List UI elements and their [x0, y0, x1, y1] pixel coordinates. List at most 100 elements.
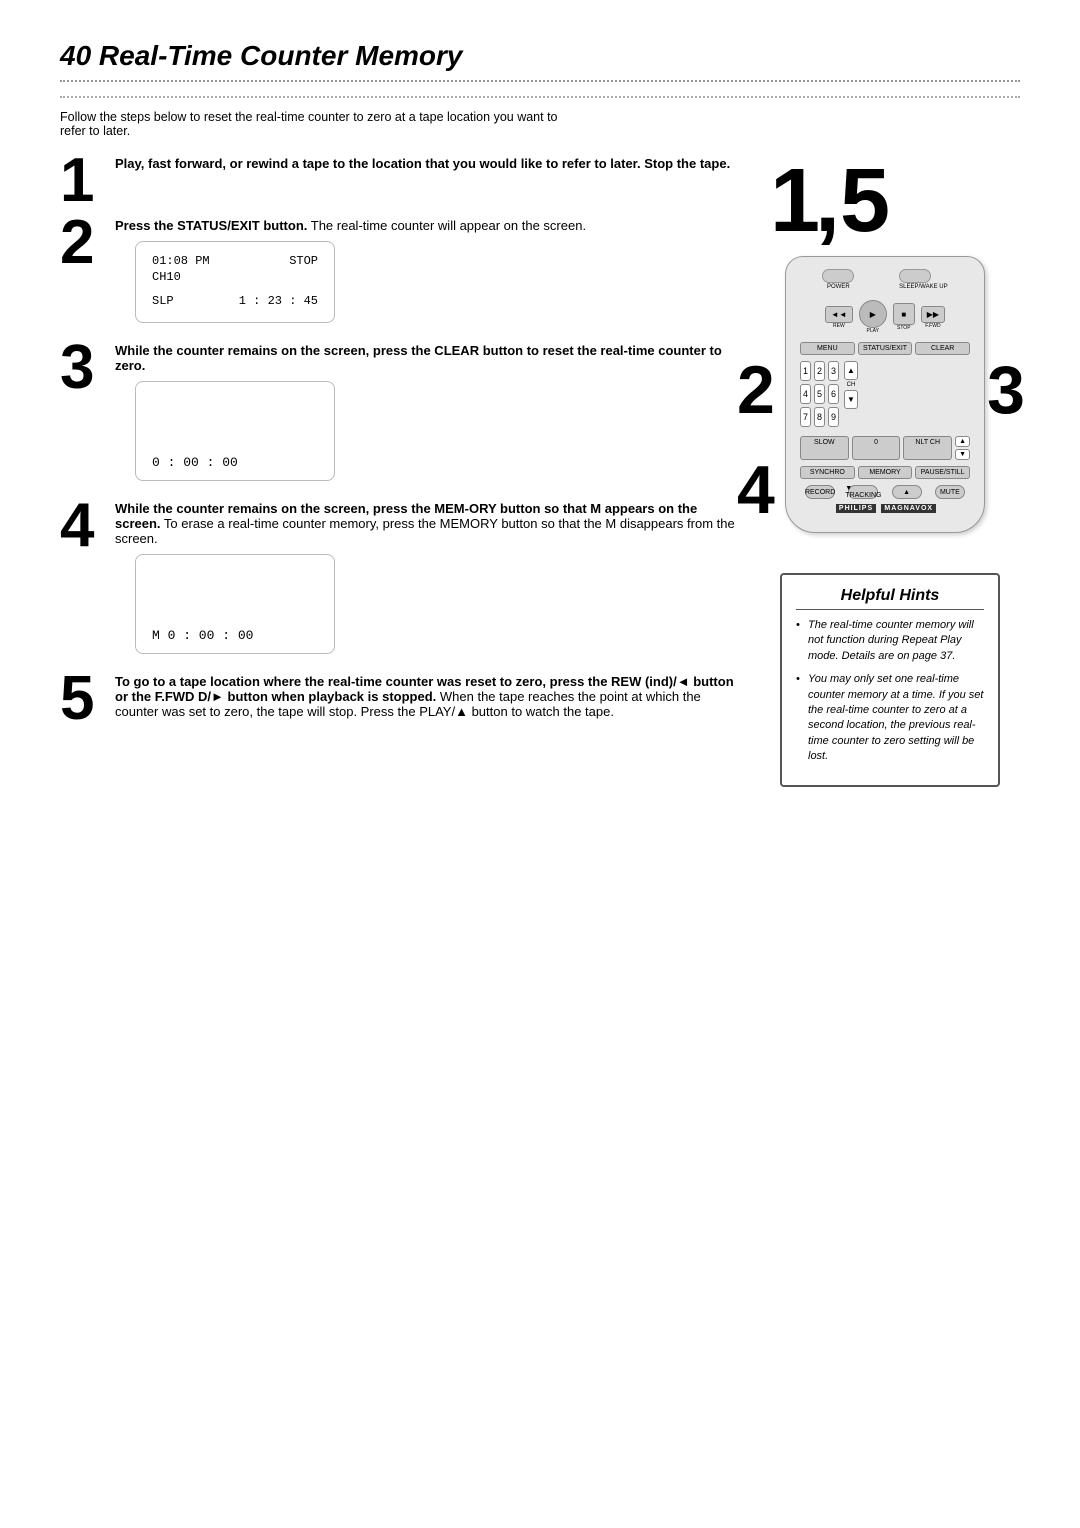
rew-button[interactable]: ◄◄	[825, 306, 853, 323]
record-button[interactable]: RECORD	[805, 485, 835, 499]
menu-row: MENU STATUS/EXIT CLEAR	[800, 342, 970, 355]
memory-row: SYNCHRO MEMORY PAUSE/STILL	[800, 466, 970, 479]
step-1: 1 Play, fast forward, or rewind a tape t…	[60, 156, 740, 212]
screen-mockup-3: M 0 : 00 : 00	[135, 554, 335, 654]
tracking-down-button[interactable]: ▼ TRACKING	[848, 485, 878, 499]
step-1-number: 1	[60, 150, 115, 212]
side-step-4: 4	[737, 451, 775, 529]
screen1-counter: 1 : 23 : 45	[239, 294, 318, 308]
num-8[interactable]: 8	[814, 407, 825, 427]
page-title: 40 Real-Time Counter Memory	[60, 40, 1020, 82]
power-label: POWER	[822, 284, 854, 290]
step-2-number: 2	[60, 212, 115, 274]
big-num-comma: ,	[815, 156, 840, 246]
screen-mockup-1: 01:08 PM STOP CH10 SLP 1 : 23 : 45	[135, 241, 335, 323]
num-5[interactable]: 5	[814, 384, 825, 404]
transport-row: ◄◄ REW ▶ PLAY ■ STOP ▶▶ F.FWD	[800, 300, 970, 334]
remote-power-area: POWER	[822, 269, 854, 290]
big-num-5: 5	[840, 156, 890, 246]
right-column: 1 , 5 2 3 4 POWER SLEEP/WAKE UP	[760, 156, 1020, 787]
channel-arrows: ▲ CH ▼	[844, 361, 858, 433]
step-2-normal: The real-time counter will appear on the…	[307, 218, 586, 233]
num-7[interactable]: 7	[800, 407, 811, 427]
step-5-number: 5	[60, 668, 115, 730]
step-4-instruction: While the counter remains on the screen,…	[115, 501, 740, 546]
remote-logo: PHILIPS MAGNAVOX	[800, 503, 970, 512]
pause-button[interactable]: PAUSE/STILL	[915, 466, 970, 479]
step-3: 3 While the counter remains on the scree…	[60, 343, 740, 495]
num-4[interactable]: 4	[800, 384, 811, 404]
step-1-bold: Play, fast forward, or rewind a tape to …	[115, 156, 730, 171]
num-6[interactable]: 6	[828, 384, 839, 404]
step-4-content: While the counter remains on the screen,…	[115, 501, 740, 668]
step-5: 5 To go to a tape location where the rea…	[60, 674, 740, 730]
sleep-button[interactable]	[899, 269, 931, 283]
power-button[interactable]	[822, 269, 854, 283]
fwd-label: F.FWD	[921, 323, 945, 329]
play-label: PLAY	[859, 328, 887, 334]
step-4-normal: To erase a real-time counter memory, pre…	[115, 516, 735, 546]
synchro-button[interactable]: SYNCHRO	[800, 466, 855, 479]
nlt-ch-button[interactable]: NLT CH	[903, 436, 952, 460]
rew-area: ◄◄ REW	[825, 306, 853, 329]
mute-button[interactable]: MUTE	[935, 485, 965, 499]
stop-button[interactable]: ■	[893, 303, 915, 325]
num-1[interactable]: 1	[800, 361, 811, 381]
left-column: 1 Play, fast forward, or rewind a tape t…	[60, 156, 740, 787]
ch-up[interactable]: ▲	[844, 361, 858, 380]
section-divider	[60, 96, 1020, 98]
num-3[interactable]: 3	[828, 361, 839, 381]
step-1-content: Play, fast forward, or rewind a tape to …	[115, 156, 740, 179]
step-2-bold: Press the STATUS/EXIT button.	[115, 218, 307, 233]
big-numbers: 1 , 5	[760, 156, 1020, 236]
hint-item-1: The real-time counter memory will not fu…	[796, 618, 984, 664]
screen1-stop: STOP	[289, 254, 318, 268]
vol-arrows: ▲ ▼	[955, 436, 970, 460]
step-2-content: Press the STATUS/EXIT button. The real-t…	[115, 218, 740, 337]
ch-down[interactable]: ▼	[844, 390, 858, 409]
stop-label: STOP	[893, 325, 915, 331]
step-2-instruction: Press the STATUS/EXIT button. The real-t…	[115, 218, 740, 233]
status-button[interactable]: STATUS/EXIT	[858, 342, 913, 355]
screen2-counter: 0 : 00 : 00	[152, 455, 318, 470]
menu-button[interactable]: MENU	[800, 342, 855, 355]
remote-area: 2 3 4 POWER SLEEP/WAKE UP	[785, 256, 995, 533]
numpad: 1 2 3 4 5 6 7 8 9	[800, 361, 839, 427]
slow-row: SLOW 0 NLT CH ▲ ▼	[800, 436, 970, 460]
play-area: ▶ PLAY	[859, 300, 887, 334]
step-5-instruction: To go to a tape location where the real-…	[115, 674, 740, 719]
step-5-content: To go to a tape location where the real-…	[115, 674, 740, 727]
stop-area: ■ STOP	[893, 303, 915, 331]
step-3-number: 3	[60, 337, 115, 399]
side-step-2: 2	[737, 351, 775, 429]
memory-button[interactable]: MEMORY	[858, 466, 913, 479]
vol-down[interactable]: ▼	[955, 449, 970, 460]
step-1-instruction: Play, fast forward, or rewind a tape to …	[115, 156, 740, 171]
remote-control: POWER SLEEP/WAKE UP ◄◄ REW ▶ PLAY	[785, 256, 985, 533]
screen3-counter: M 0 : 00 : 00	[152, 628, 318, 643]
hint-item-2: You may only set one real-time counter m…	[796, 672, 984, 764]
zero-button[interactable]: 0	[852, 436, 901, 460]
screen-mockup-2: 0 : 00 : 00	[135, 381, 335, 481]
sleep-label: SLEEP/WAKE UP	[899, 284, 947, 290]
ch-label: CH	[844, 382, 858, 388]
tracking-up-button[interactable]: ▲	[892, 485, 922, 499]
hints-list: The real-time counter memory will not fu…	[796, 618, 984, 765]
play-button[interactable]: ▶	[859, 300, 887, 328]
side-step-3: 3	[987, 351, 1025, 429]
screen1-slp: SLP	[152, 294, 174, 308]
brand-magnavox: MAGNAVOX	[881, 504, 936, 513]
hints-title: Helpful Hints	[796, 587, 984, 610]
big-num-1: 1	[770, 156, 820, 246]
screen1-ch: CH10	[152, 270, 181, 284]
num-2[interactable]: 2	[814, 361, 825, 381]
clear-button[interactable]: CLEAR	[915, 342, 970, 355]
fwd-button[interactable]: ▶▶	[921, 306, 945, 323]
helpful-hints-box: Helpful Hints The real-time counter memo…	[780, 573, 1000, 787]
remote-top-buttons: POWER SLEEP/WAKE UP	[800, 269, 970, 290]
screen1-time: 01:08 PM	[152, 254, 210, 268]
step-3-instruction: While the counter remains on the screen,…	[115, 343, 740, 373]
slow-button[interactable]: SLOW	[800, 436, 849, 460]
vol-up[interactable]: ▲	[955, 436, 970, 447]
num-9[interactable]: 9	[828, 407, 839, 427]
